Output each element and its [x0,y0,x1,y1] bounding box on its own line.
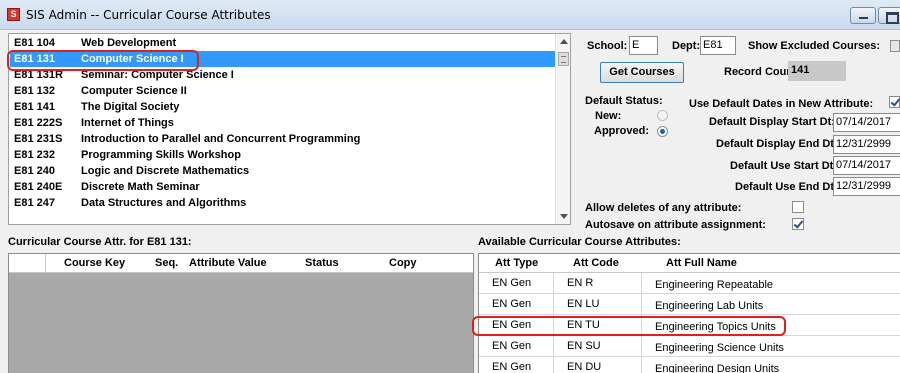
course-list-item[interactable]: E81 104 Web Development [10,35,555,51]
use-end-label: Default Use End Dt: [735,181,838,193]
course-attr-grid-header: Course Key Seq. Attribute Value Status C… [9,254,473,273]
column-header-att-type[interactable]: Att Type [495,257,538,269]
course-list-item[interactable]: E81 240E Discrete Math Seminar [10,179,555,195]
record-count-value: 141 [788,61,846,81]
use-start-input[interactable]: 07/14/2017 [833,156,900,175]
use-default-dates-label: Use Default Dates in New Attribute: [689,98,874,110]
column-header-att-full-name[interactable]: Att Full Name [666,257,737,269]
dept-label: Dept: [672,40,701,52]
course-list-item[interactable]: E81 131R Seminar: Computer Science I [10,67,555,83]
table-row[interactable]: EN Gen EN R Engineering Repeatable [479,273,900,294]
minimize-button[interactable] [850,7,876,24]
table-row[interactable]: EN Gen EN LU Engineering Lab Units [479,294,900,315]
get-courses-button[interactable]: Get Courses [600,62,684,83]
title-bar: S SIS Admin -- Curricular Course Attribu… [0,0,900,30]
autosave-checkbox[interactable] [792,218,804,230]
school-label: School: [587,40,628,52]
approved-status-radio[interactable] [657,126,668,137]
new-status-radio[interactable] [657,110,668,121]
scroll-down-arrow-icon[interactable] [560,214,568,219]
allow-deletes-label: Allow deletes of any attribute: [585,202,742,214]
column-header-course-key[interactable]: Course Key [64,257,125,269]
use-start-label: Default Use Start Dt: [730,160,837,172]
course-list-item[interactable]: E81 247 Data Structures and Algorithms [10,195,555,211]
school-input[interactable]: E [629,36,658,55]
course-list-item[interactable]: E81 232 Programming Skills Workshop [10,147,555,163]
scroll-up-arrow-icon[interactable] [560,39,568,44]
display-end-input[interactable]: 12/31/2999 [833,135,900,154]
show-excluded-label: Show Excluded Courses: [748,40,881,52]
allow-deletes-checkbox[interactable] [792,201,804,213]
display-start-label: Default Display Start Dt: [709,116,835,128]
column-header-att-code[interactable]: Att Code [573,257,619,269]
column-header-seq[interactable]: Seq. [155,257,178,269]
course-list[interactable]: E81 104 Web Development E81 131 Computer… [8,33,571,225]
table-row[interactable]: EN Gen EN DU Engineering Design Units [479,357,900,373]
scrollbar-thumb[interactable] [558,52,569,66]
available-attr-section-label: Available Curricular Course Attributes: [478,236,681,248]
autosave-label: Autosave on attribute assignment: [585,219,766,231]
display-start-input[interactable]: 07/14/2017 [833,113,900,132]
course-list-item[interactable]: E81 132 Computer Science II [10,83,555,99]
column-header-copy[interactable]: Copy [389,257,417,269]
available-attr-grid-header: Att Type Att Code Att Full Name [479,254,900,273]
course-list-item[interactable]: E81 231S Introduction to Parallel and Co… [10,131,555,147]
maximize-button[interactable] [878,7,900,24]
course-attr-section-label: Curricular Course Attr. for E81 131: [8,236,192,248]
table-row[interactable]: EN Gen EN SU Engineering Science Units [479,336,900,357]
course-list-item-selected[interactable]: E81 131 Computer Science I [10,51,555,67]
approved-status-label: Approved: [594,125,649,137]
new-status-label: New: [595,110,622,122]
display-end-label: Default Display End Dt: [716,138,838,150]
course-list-item[interactable]: E81 141 The Digital Society [10,99,555,115]
course-list-item[interactable]: E81 222S Internet of Things [10,115,555,131]
column-header-attribute-value[interactable]: Attribute Value [189,257,267,269]
use-end-input[interactable]: 12/31/2999 [833,177,900,196]
course-attr-grid[interactable]: Course Key Seq. Attribute Value Status C… [8,253,474,373]
available-attr-grid[interactable]: Att Type Att Code Att Full Name EN Gen E… [478,253,900,373]
default-status-label: Default Status: [585,95,663,107]
table-row[interactable]: EN Gen EN TU Engineering Topics Units [479,315,900,336]
course-list-scrollbar[interactable] [555,34,570,224]
dept-input[interactable]: E81 [700,36,736,55]
column-header-status[interactable]: Status [305,257,339,269]
row-selector-header [9,254,46,273]
show-excluded-checkbox[interactable] [890,40,900,52]
use-default-dates-checkbox[interactable] [889,96,900,108]
window-title: SIS Admin -- Curricular Course Attribute… [26,8,271,22]
app-icon: S [7,8,20,21]
course-list-item[interactable]: E81 240 Logic and Discrete Mathematics [10,163,555,179]
